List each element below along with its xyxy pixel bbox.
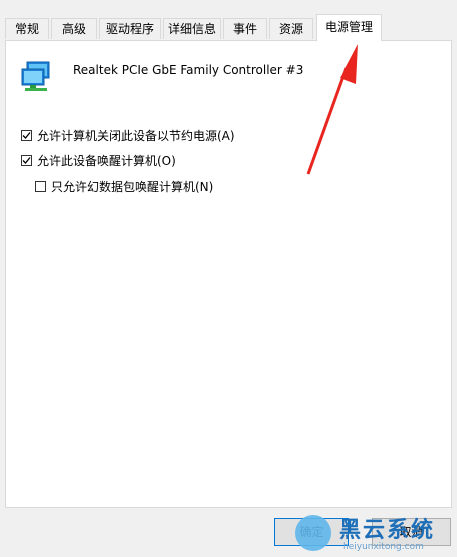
tab-general[interactable]: 常规 [5, 18, 49, 39]
tab-label: 事件 [232, 22, 257, 36]
allow-power-off-label: 允许计算机关闭此设备以节约电源(A) [37, 128, 235, 143]
checkmark-icon [22, 156, 31, 164]
tab-label: 高级 [61, 22, 86, 36]
watermark-url: heiyunxitong.com [343, 542, 424, 552]
device-name: Realtek PCIe GbE Family Controller #3 [73, 63, 304, 77]
tab-driver[interactable]: 驱动程序 [99, 18, 161, 39]
network-adapter-icon [21, 61, 50, 91]
tab-panel [5, 40, 452, 508]
checkmark-icon [22, 131, 31, 139]
tab-label: 常规 [14, 22, 39, 36]
tab-details[interactable]: 详细信息 [163, 18, 221, 39]
allow-power-off-checkbox[interactable] [21, 129, 32, 141]
tab-label: 资源 [278, 22, 303, 36]
tab-resources[interactable]: 资源 [269, 18, 313, 39]
allow-wake-checkbox-row[interactable]: 允许此设备唤醒计算机(O) [21, 152, 176, 168]
watermark-logo: 黑云系统 heiyunxitong.com [295, 512, 457, 557]
allow-wake-label: 允许此设备唤醒计算机(O) [37, 153, 176, 168]
tab-events[interactable]: 事件 [223, 18, 267, 39]
tab-label: 电源管理 [324, 20, 373, 34]
tab-advanced[interactable]: 高级 [51, 18, 97, 39]
tab-strip: 常规 高级 驱动程序 详细信息 事件 资源 电源管理 [5, 14, 452, 41]
tab-label: 驱动程序 [105, 22, 154, 36]
magic-packet-only-label: 只允许幻数据包唤醒计算机(N) [51, 179, 214, 194]
tab-label: 详细信息 [167, 22, 216, 36]
allow-power-off-checkbox-row[interactable]: 允许计算机关闭此设备以节约电源(A) [21, 127, 235, 143]
magic-packet-only-checkbox[interactable] [35, 180, 46, 192]
tab-power-management[interactable]: 电源管理 [316, 14, 382, 41]
watermark-title: 黑云系统 [339, 518, 436, 543]
allow-wake-checkbox[interactable] [21, 154, 32, 166]
magic-packet-only-checkbox-row[interactable]: 只允许幻数据包唤醒计算机(N) [35, 178, 213, 194]
watermark-circle-icon [295, 515, 331, 551]
